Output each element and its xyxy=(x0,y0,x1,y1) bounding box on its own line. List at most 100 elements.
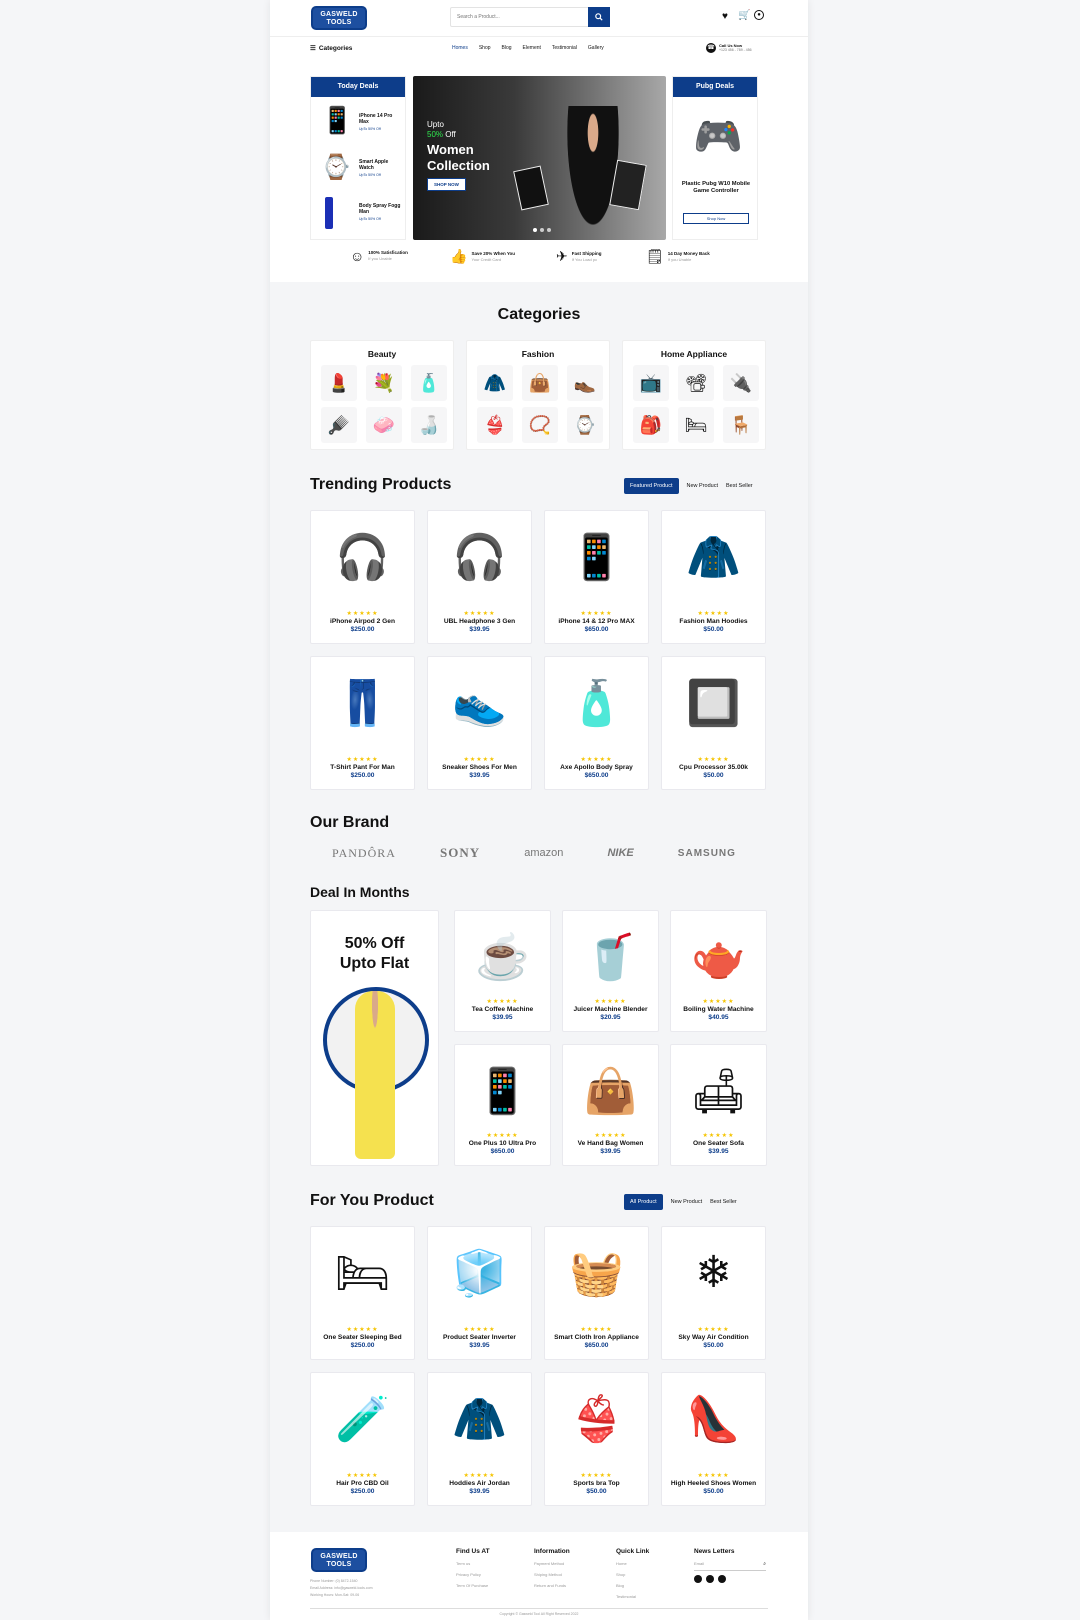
promo-banner[interactable]: 50% Off Upto Flat xyxy=(310,910,439,1166)
newsletter-email-field[interactable]: Email ⌕ xyxy=(694,1561,766,1571)
footer-link[interactable]: Testimonial xyxy=(616,1594,649,1599)
nav-link-gallery[interactable]: Gallery xyxy=(588,45,604,51)
nav-link-element[interactable]: Element xyxy=(523,45,541,51)
product-card[interactable]: 👙 ★★★★★ Sports bra Top $50.00 xyxy=(544,1372,649,1506)
product-card[interactable]: 🧺 ★★★★★ Smart Cloth Iron Appliance $650.00 xyxy=(544,1226,649,1360)
product-card[interactable]: 📱 ★★★★★ iPhone 14 & 12 Pro MAX $650.00 xyxy=(544,510,649,644)
product-card[interactable]: 🫖 ★★★★★ Boiling Water Machine $40.95 xyxy=(670,910,767,1032)
product-card[interactable]: 👖 ★★★★★ T-Shirt Pant For Man $250.00 xyxy=(310,656,415,790)
footer-link[interactable]: Home xyxy=(616,1561,649,1566)
footer-brand-logo[interactable]: GASWELD TOOLS xyxy=(311,1548,367,1572)
footer-link[interactable]: Shiping Method xyxy=(534,1572,570,1577)
footer-link[interactable]: Blog xyxy=(616,1583,649,1588)
product-card[interactable]: 🔲 ★★★★★ Cpu Processor 35.00k $50.00 xyxy=(661,656,766,790)
category-card-beauty[interactable]: Beauty 💄 💐 🧴 🪮 🧼 🍶 xyxy=(310,340,454,450)
brand-amazon[interactable]: amazon xyxy=(524,847,563,859)
footer-link[interactable]: Return and Funds xyxy=(534,1583,570,1588)
facebook-icon[interactable] xyxy=(694,1575,702,1583)
suit-icon[interactable]: 🧥 xyxy=(477,365,513,401)
trending-tabs: Featured Product New Product Best Seller xyxy=(624,478,753,494)
tab-all-product[interactable]: All Product xyxy=(624,1194,663,1210)
brand-logo[interactable]: GASWELD TOOLS xyxy=(311,6,367,30)
perfume-icon[interactable]: 🍶 xyxy=(411,407,447,443)
product-card[interactable]: 🛋 ★★★★★ One Seater Sofa $39.95 xyxy=(670,1044,767,1166)
phone-icon: ☎ xyxy=(706,43,716,53)
tab-new-product[interactable]: New Product xyxy=(687,483,719,489)
brand-pandora[interactable]: PANDÔRA xyxy=(332,846,396,861)
rating-stars: ★★★★★ xyxy=(463,757,496,763)
product-card[interactable]: 📱 ★★★★★ One Plus 10 Ultra Pro $650.00 xyxy=(454,1044,551,1166)
nav-link-homes[interactable]: Homes xyxy=(452,45,468,51)
footer-link[interactable]: Privacy Policy xyxy=(456,1572,490,1577)
product-card[interactable]: 🧥 ★★★★★ Fashion Man Hoodies $50.00 xyxy=(661,510,766,644)
product-card[interactable]: 🥤 ★★★★★ Juicer Machine Blender $20.95 xyxy=(562,910,659,1032)
today-deals-panel: Today Deals 📱 iPhone 14 Pro Max UpTo 50%… xyxy=(310,76,406,240)
product-price: $39.95 xyxy=(469,772,490,779)
soap-icon[interactable]: 🧼 xyxy=(366,407,402,443)
comb-icon[interactable]: 🪮 xyxy=(321,407,357,443)
categories-menu[interactable]: ☰ Categories xyxy=(310,44,352,53)
footer-link[interactable]: Payment Method xyxy=(534,1561,570,1566)
nav-link-testimonial[interactable]: Testimonial xyxy=(552,45,577,51)
product-card[interactable]: 🛏 ★★★★★ One Seater Sleeping Bed $250.00 xyxy=(310,1226,415,1360)
lotion-icon[interactable]: 🧴 xyxy=(411,365,447,401)
bag-icon[interactable]: 🎒 xyxy=(633,407,669,443)
tab-best-seller[interactable]: Best Seller xyxy=(710,1199,737,1205)
lipstick-icon[interactable]: 💄 xyxy=(321,365,357,401)
product-image: 🧺 xyxy=(569,1248,624,1298)
tv-icon[interactable]: 📺 xyxy=(633,365,669,401)
handbag-icon[interactable]: 👜 xyxy=(522,365,558,401)
deal-item[interactable]: 📱 iPhone 14 Pro Max UpTo 50% Off xyxy=(321,105,401,143)
cart-icon[interactable]: 🛒 xyxy=(738,10,750,21)
product-card[interactable]: 🧪 ★★★★★ Hair Pro CBD Oil $250.00 xyxy=(310,1372,415,1506)
user-icon[interactable]: ● xyxy=(754,10,764,20)
footer-link[interactable]: Shop xyxy=(616,1572,649,1577)
product-price: $39.95 xyxy=(708,1148,729,1155)
product-card[interactable]: 🎧 ★★★★★ iPhone Airpod 2 Gen $250.00 xyxy=(310,510,415,644)
shoe-icon[interactable]: 👞 xyxy=(567,365,603,401)
wishlist-heart-icon[interactable]: ♥ xyxy=(722,11,728,22)
bouquet-icon[interactable]: 💐 xyxy=(366,365,402,401)
mixer-icon[interactable]: 🔌 xyxy=(723,365,759,401)
brand-sony[interactable]: SONY xyxy=(440,845,480,861)
tab-featured-product[interactable]: Featured Product xyxy=(624,478,679,494)
bed-icon[interactable]: 🛏 xyxy=(678,407,714,443)
product-image: 🫖 xyxy=(691,932,746,982)
product-card[interactable]: ❄ ★★★★★ Sky Way Air Condition $50.00 xyxy=(661,1226,766,1360)
product-card[interactable]: 👟 ★★★★★ Sneaker Shoes For Men $39.95 xyxy=(427,656,532,790)
nav-link-blog[interactable]: Blog xyxy=(502,45,512,51)
necklace-icon[interactable]: 📿 xyxy=(522,407,558,443)
brand-samsung[interactable]: SAMSUNG xyxy=(678,848,736,859)
deal-item[interactable]: Body Spray Fogg Man UpTo 50% Off xyxy=(321,195,401,233)
bra-icon[interactable]: 👙 xyxy=(477,407,513,443)
tab-best-seller[interactable]: Best Seller xyxy=(726,483,753,489)
search-icon[interactable]: ⌕ xyxy=(763,1561,766,1567)
product-card[interactable]: ☕ ★★★★★ Tea Coffee Machine $39.95 xyxy=(454,910,551,1032)
shop-now-button[interactable]: SHOP NOW xyxy=(427,178,466,191)
instagram-icon[interactable] xyxy=(706,1575,714,1583)
footer-link[interactable]: Term us xyxy=(456,1561,490,1566)
category-card-home-appliance[interactable]: Home Appliance 📺 📽 🔌 🎒 🛏 🪑 xyxy=(622,340,766,450)
deal-item[interactable]: ⌚ Smart Apple Watch UpTo 50% Off xyxy=(321,151,401,189)
category-card-fashion[interactable]: Fashion 🧥 👜 👞 👙 📿 ⌚ xyxy=(466,340,610,450)
product-card[interactable]: 🧴 ★★★★★ Axe Apollo Body Spray $650.00 xyxy=(544,656,649,790)
product-card[interactable]: 🧊 ★★★★★ Product Seater Inverter $39.95 xyxy=(427,1226,532,1360)
product-card[interactable]: 🎧 ★★★★★ UBL Headphone 3 Gen $39.95 xyxy=(427,510,532,644)
footer-link[interactable]: Term Of Purchase xyxy=(456,1583,490,1588)
tab-new-product[interactable]: New Product xyxy=(671,1199,703,1205)
hero-banner[interactable]: Upto 50% Off Women Collection SHOP NOW xyxy=(413,76,666,240)
nav-link-shop[interactable]: Shop xyxy=(479,45,491,51)
chair-icon[interactable]: 🪑 xyxy=(723,407,759,443)
twitter-icon[interactable] xyxy=(718,1575,726,1583)
projector-icon[interactable]: 📽 xyxy=(678,365,714,401)
brand-nike[interactable]: NIKE xyxy=(607,847,633,859)
pubg-shop-now-button[interactable]: Shop Now xyxy=(683,213,749,224)
search-input[interactable] xyxy=(457,11,577,23)
search-button[interactable] xyxy=(588,7,610,27)
product-card[interactable]: 👠 ★★★★★ High Heeled Shoes Women $50.00 xyxy=(661,1372,766,1506)
product-card[interactable]: 👜 ★★★★★ Ve Hand Bag Women $39.95 xyxy=(562,1044,659,1166)
carousel-dots[interactable] xyxy=(533,228,551,232)
product-card[interactable]: 🧥 ★★★★★ Hoddies Air Jordan $39.95 xyxy=(427,1372,532,1506)
call-us[interactable]: ☎ Call Us Now +123 456 - 789 - 456 xyxy=(706,43,752,53)
watch-icon[interactable]: ⌚ xyxy=(567,407,603,443)
